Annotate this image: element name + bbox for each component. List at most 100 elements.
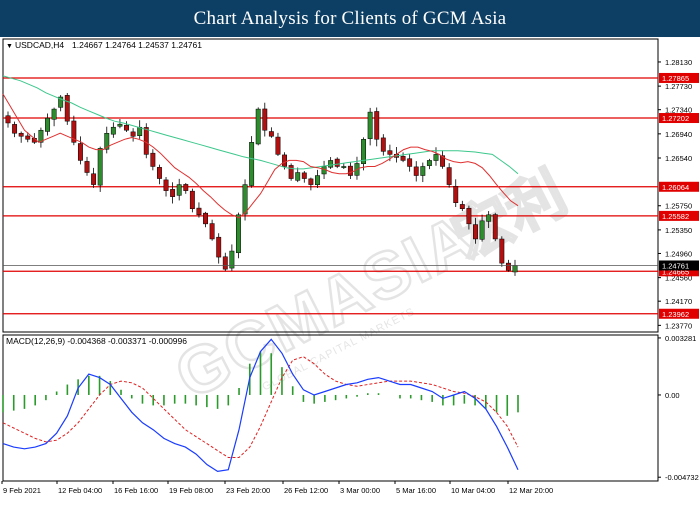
candle-bear [262,108,268,131]
candle-bear [380,137,386,152]
banner-title: Chart Analysis for Clients of GCM Asia [193,7,507,29]
candle-bear [288,165,294,179]
candle-bear [334,158,340,167]
candle-bear [77,143,83,161]
macd-y-axis: 0.003281 0.00 -0.004732 [658,334,699,482]
candle-bear [222,256,228,270]
candle-bull [420,166,426,176]
candle-bear [492,214,498,240]
candle-bear [400,155,406,161]
candle-bear [183,184,189,191]
candle-bear [18,132,24,137]
time-tick-label: 9 Feb 2021 [3,486,41,495]
price-tick-label: 1.23770 [665,321,692,330]
price-tick-label: 1.24960 [665,249,692,258]
candle-bear [466,207,472,225]
candle-bear [25,135,31,140]
candle-bull [512,265,518,273]
price-tick-label: 1.28130 [665,58,692,67]
time-tick-label: 3 Mar 00:00 [340,486,380,495]
price-tick-label: 1.27730 [665,82,692,91]
candle-bull [315,175,320,186]
candle-bear [91,173,97,185]
price-y-axis: 1.281301.277301.273401.269401.265401.257… [658,58,692,330]
candle-bull [45,117,50,132]
level-label: 1.23962 [662,310,689,319]
time-axis: 9 Feb 2021 12 Feb 04:00 16 Feb 16:00 19 Feb… [1,481,553,495]
candle-bull [341,166,347,168]
candle-bear [84,161,90,173]
time-tick-label: 10 Mar 04:00 [451,486,495,495]
candle-bear [170,189,176,197]
macd-tick-label: 0.003281 [665,334,696,343]
current-price-label: 1.24761 [662,261,689,270]
candle-bear [64,95,70,122]
candle-bear [209,223,215,240]
candle-bear [189,190,195,210]
price-ohlc-info: 1.24667 1.24764 1.24537 1.24761 [72,40,202,50]
macd-title: MACD(12,26,9) -0.004368 -0.003371 -0.000… [6,336,187,346]
open-menu-icon[interactable]: ▼ [6,43,13,50]
candle-bull [433,154,439,161]
price-tick-label: 1.25750 [665,202,692,211]
candle-bear [505,262,511,271]
time-tick-label: 16 Feb 16:00 [114,486,158,495]
candle-bear [150,152,156,167]
candle-bull [255,108,261,145]
time-tick-label: 26 Feb 12:00 [284,486,328,495]
candle-bear [130,131,136,137]
candle-bull [176,184,182,196]
candle-bear [143,127,149,155]
candle-bear [499,238,505,264]
candle-bear [203,212,208,225]
candle-bear [282,154,287,167]
candle-bear [275,136,281,155]
trading-chart[interactable]: GCMASIA 宏利 GLOBAL CAPITAL MARKETS ▼ USDC… [0,37,700,500]
watermark: GCMASIA 宏利 GLOBAL CAPITAL MARKETS [162,159,577,414]
candle-bull [486,214,492,222]
candle-bull [110,126,116,135]
candle-bull [479,220,485,240]
candle-bear [268,131,274,137]
candle-bull [426,160,432,166]
candle-bull [236,214,241,254]
macd-tick-label: 0.00 [665,391,680,400]
level-label: 1.27865 [662,74,689,83]
candle-bear [216,236,222,258]
candle-bear [163,179,169,191]
level-label: 1.27202 [662,114,689,123]
candle-bear [387,150,393,155]
macd-tick-label: -0.004732 [665,473,699,482]
candle-bear [124,124,129,131]
candle-bear [301,172,307,179]
level-label: 1.26064 [662,183,689,192]
candle-bear [407,158,413,167]
price-tick-label: 1.24170 [665,297,692,306]
candle-bear [473,224,478,240]
candle-bull [117,123,123,127]
candle-bear [308,178,314,185]
candle-bear [196,207,202,216]
time-tick-label: 19 Feb 08:00 [169,486,213,495]
candle-bull [367,111,373,139]
time-tick-label: 12 Feb 04:00 [58,486,102,495]
candle-bear [446,167,452,185]
candle-bear [347,165,353,176]
time-tick-label: 12 Mar 20:00 [509,486,553,495]
candle-bull [328,160,334,168]
candle-bear [156,167,162,179]
candle-bear [459,204,465,210]
chart-frame: GCMASIA 宏利 GLOBAL CAPITAL MARKETS ▼ USDC… [0,37,700,500]
candle-bear [413,166,419,176]
candle-bear [5,115,11,124]
candle-bull [249,142,255,186]
candle-bear [453,186,459,203]
price-tick-label: 1.25350 [665,226,692,235]
candle-bear [12,124,18,134]
candle-bull [97,148,103,186]
banner: Chart Analysis for Clients of GCM Asia [0,0,700,37]
price-tick-label: 1.26540 [665,154,692,163]
candle-bull [51,108,57,120]
price-chart-title: USDCAD,H4 [15,40,64,50]
candle-bear [374,111,380,140]
